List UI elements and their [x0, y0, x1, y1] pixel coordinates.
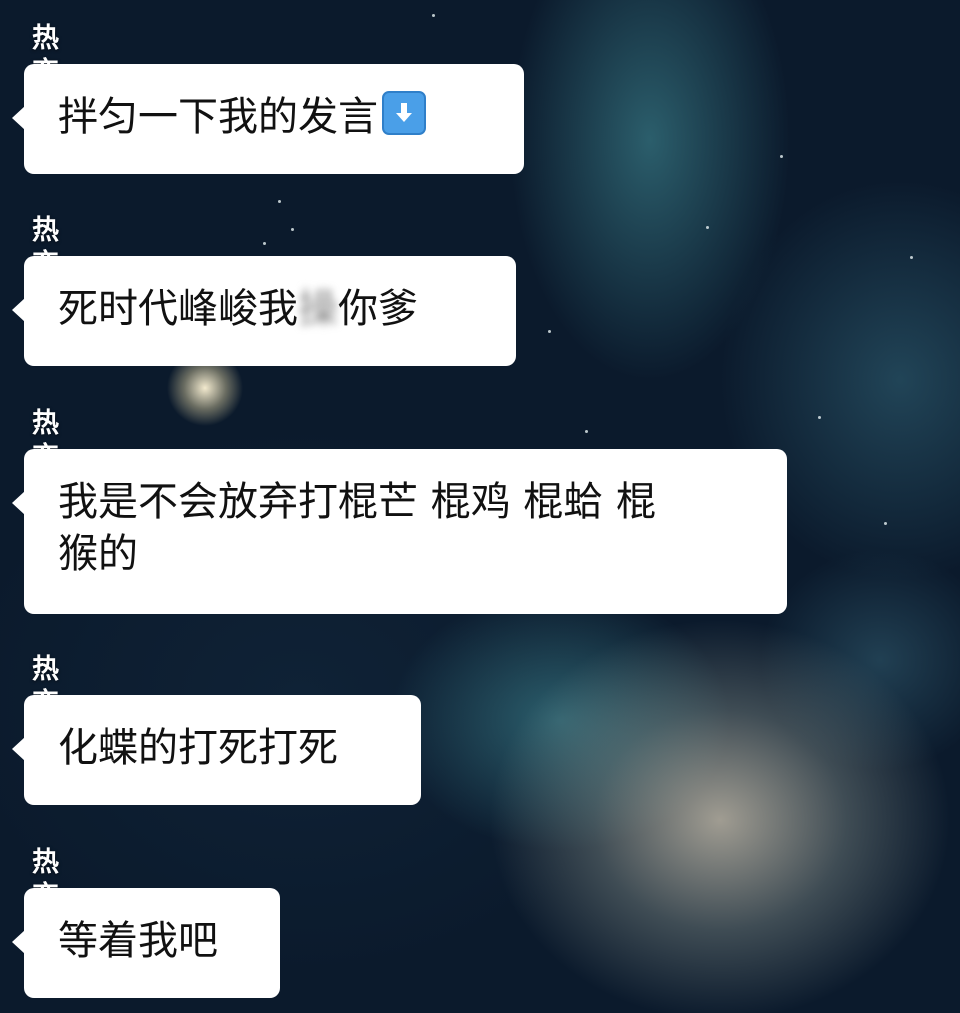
- message-text: 化蝶的打死打死: [58, 725, 338, 771]
- message-bubble[interactable]: 拌匀一下我的发言: [12, 64, 524, 174]
- message-bubble[interactable]: 我是不会放弃打棍芒 棍鸡 棍蛤 棍 猴的: [12, 449, 787, 614]
- message-text-line: 我是不会放弃打棍芒 棍鸡 棍蛤 棍: [58, 479, 657, 525]
- message-bubble[interactable]: 等着我吧: [12, 888, 280, 998]
- blurred-word: 操: [298, 286, 338, 332]
- message-text: 等着我吧: [58, 918, 218, 964]
- message-text-part: 你爹: [338, 286, 418, 332]
- message-text-part: 死时代峰峻我: [58, 286, 298, 332]
- message-bubble[interactable]: 化蝶的打死打死: [12, 695, 421, 805]
- message-bubble[interactable]: 死时代峰峻我操你爹: [12, 256, 516, 366]
- message-text: 拌匀一下我的发言: [58, 94, 378, 140]
- down-arrow-icon: [382, 91, 426, 135]
- message-text-line: 猴的: [58, 531, 138, 577]
